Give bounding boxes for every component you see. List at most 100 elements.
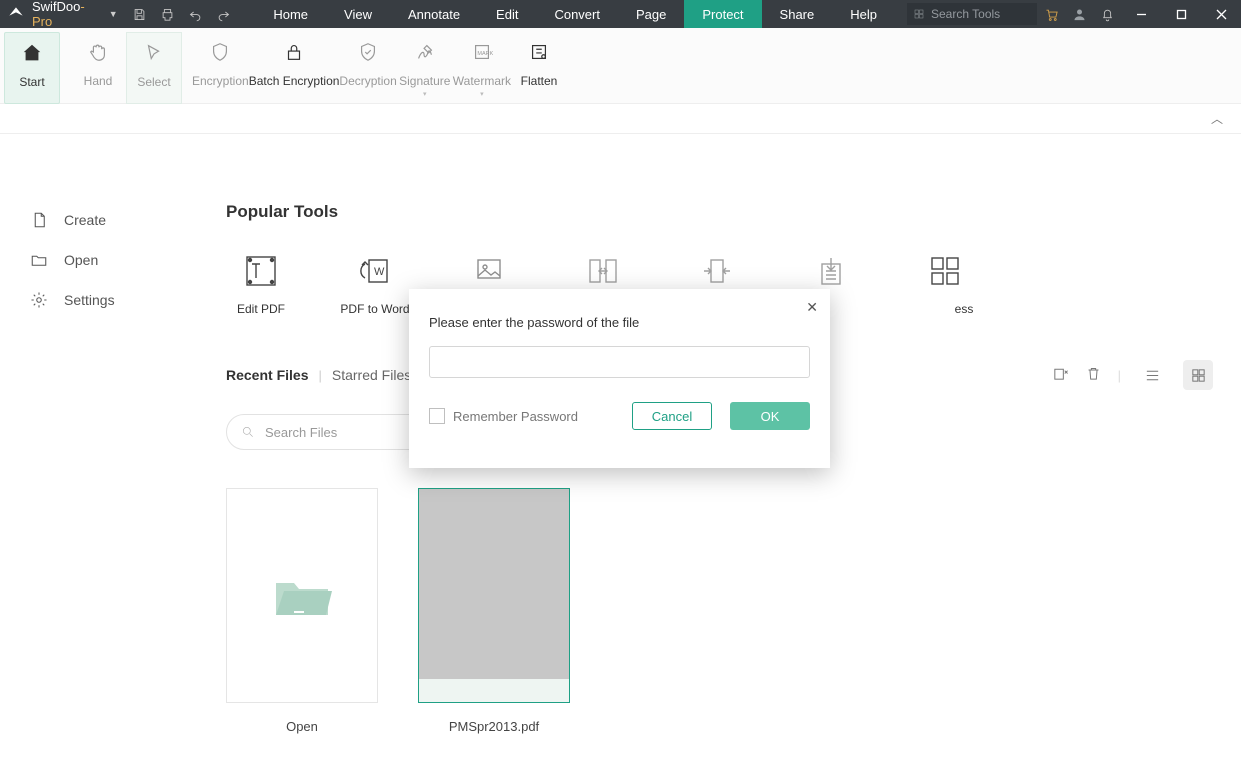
tile-file-thumb[interactable] [418,488,570,703]
ribbon-collapse-bar: ︿ [0,104,1241,134]
menubar: Home View Annotate Edit Convert Page Pro… [255,0,1037,28]
lock-icon [283,38,305,66]
cursor-icon [143,39,165,67]
ok-button[interactable]: OK [730,402,810,430]
ribbon-signature[interactable]: Signature ▾ [397,32,453,104]
menu-help[interactable]: Help [832,0,895,28]
password-input[interactable] [429,346,810,378]
pdf-to-image-icon [470,252,508,290]
search-tools-placeholder: Search Tools [931,7,1000,21]
watermark-icon: MARK [471,38,493,66]
dialog-close-button[interactable]: ✕ [806,299,818,316]
save-icon[interactable] [126,0,154,28]
separator: | [1118,368,1121,383]
tool-label: PDF to Word [340,302,409,316]
redo-icon[interactable] [209,0,237,28]
ribbon-signature-label: Signature [399,74,450,88]
tool-pdf-to-word[interactable]: W PDF to Word [340,252,410,316]
files-toolbar: | [1052,360,1213,390]
home-icon [21,39,43,67]
print-icon[interactable] [154,0,182,28]
maximize-button[interactable] [1161,0,1201,28]
shield-open-icon [357,38,379,66]
grid-view-icon[interactable] [1183,360,1213,390]
tab-starred-files[interactable]: Starred Files [332,367,411,383]
list-view-icon[interactable] [1137,360,1167,390]
ribbon-flatten[interactable]: Flatten [511,32,567,104]
edit-pdf-icon [242,252,280,290]
app-logo-icon [6,4,26,24]
ribbon-select[interactable]: Select [126,32,182,104]
ribbon-watermark-label: Watermark [453,74,511,88]
recent-files-grid: Open PMSpr2013.pdf [226,488,1213,734]
chevron-up-icon[interactable]: ︿ [1211,110,1223,127]
ribbon-watermark[interactable]: MARK Watermark ▾ [453,32,511,104]
ribbon-decryption-label: Decryption [339,74,396,88]
ribbon-hand[interactable]: Hand [70,32,126,104]
ribbon: Start Hand Select Encryption Batch Encry… [0,28,1241,104]
ribbon-encryption[interactable]: Encryption [192,32,249,104]
tool-label-partial: ess [955,302,974,316]
cart-icon[interactable] [1037,0,1065,28]
menu-convert[interactable]: Convert [536,0,618,28]
search-files-placeholder: Search Files [265,425,337,440]
compress-icon [926,252,964,290]
ribbon-hand-label: Hand [84,74,113,88]
signature-icon [414,38,436,66]
close-button[interactable] [1201,0,1241,28]
tile-open[interactable]: Open [226,488,378,734]
sidebar-item-settings[interactable]: Settings [0,280,200,320]
menu-edit[interactable]: Edit [478,0,536,28]
app-name-main: SwifDoo [32,0,80,14]
app-menu-dropdown-icon[interactable]: ▼ [109,9,118,19]
cancel-button[interactable]: Cancel [632,402,712,430]
menu-share[interactable]: Share [762,0,833,28]
sidebar-item-label: Create [64,212,106,228]
split-icon [584,252,622,290]
sidebar-item-open[interactable]: Open [0,240,200,280]
undo-icon[interactable] [182,0,210,28]
trash-icon[interactable] [1085,365,1102,385]
merge-icon [698,252,736,290]
clear-list-icon[interactable] [1052,365,1069,385]
tab-recent-files[interactable]: Recent Files [226,367,308,383]
popular-tools-heading: Popular Tools [226,202,1213,222]
tile-open-box[interactable] [226,488,378,703]
bell-icon[interactable] [1093,0,1121,28]
ribbon-batch-encryption[interactable]: Batch Encryption [249,32,340,104]
menu-page[interactable]: Page [618,0,684,28]
ribbon-start[interactable]: Start [4,32,60,104]
remember-password-checkbox[interactable] [429,408,445,424]
hand-icon [87,38,109,66]
app-name: SwifDoo-Pro [32,0,105,29]
ribbon-flatten-label: Flatten [521,74,558,88]
page-plus-icon [30,211,48,229]
tile-file[interactable]: PMSpr2013.pdf [418,488,570,734]
sidebar-item-create[interactable]: Create [0,200,200,240]
sidebar: Create Open Settings [0,134,200,757]
svg-text:MARK: MARK [477,51,493,57]
sidebar-item-label: Open [64,252,98,268]
user-icon[interactable] [1065,0,1093,28]
gear-icon [30,291,48,309]
tool-compress[interactable]: ess [910,252,980,316]
ribbon-select-label: Select [137,75,170,89]
titlebar: SwifDoo-Pro ▼ Home View Annotate Edit Co… [0,0,1241,28]
extract-icon [812,252,850,290]
tool-edit-pdf[interactable]: Edit PDF [226,252,296,316]
menu-annotate[interactable]: Annotate [390,0,478,28]
tool-label: Edit PDF [237,302,285,316]
chevron-down-icon: ▾ [423,90,427,98]
dialog-message: Please enter the password of the file [429,315,810,330]
pdf-to-word-icon: W [356,252,394,290]
ribbon-start-label: Start [19,75,44,89]
tile-label: Open [286,719,318,734]
tab-separator: | [318,368,321,383]
menu-home[interactable]: Home [255,0,326,28]
menu-protect[interactable]: Protect [684,0,761,28]
ribbon-decryption[interactable]: Decryption [339,32,396,104]
minimize-button[interactable] [1121,0,1161,28]
svg-text:W: W [374,266,385,278]
menu-view[interactable]: View [326,0,390,28]
search-tools-input[interactable]: Search Tools [907,3,1037,25]
